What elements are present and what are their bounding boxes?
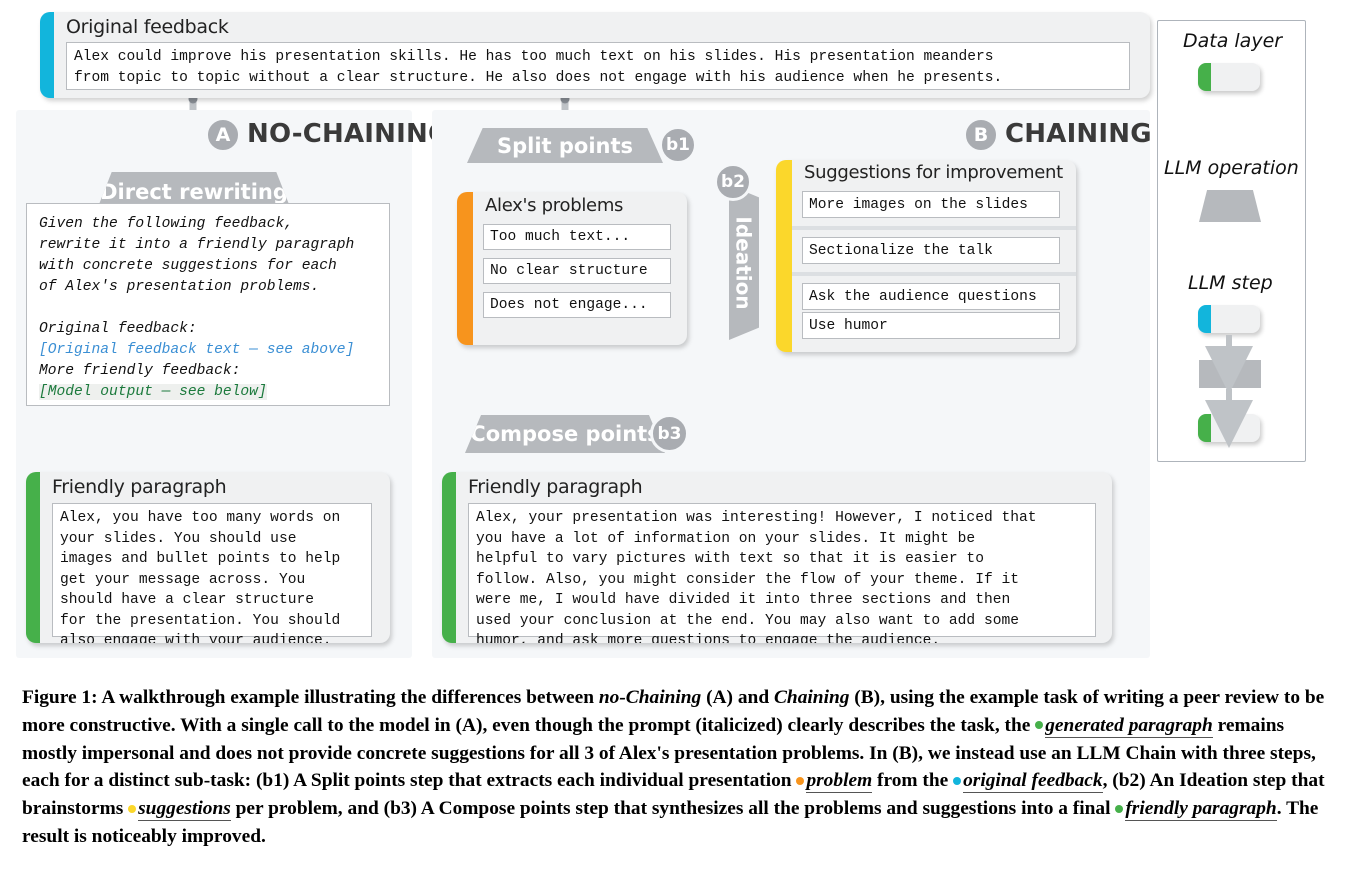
operation-label-ideation: Ideation bbox=[732, 215, 756, 310]
step-badge-b2: b2 bbox=[714, 163, 752, 201]
card-friendly-paragraph-a: Friendly paragraph Alex, you have too ma… bbox=[26, 472, 390, 643]
legend-label-data-layer: Data layer bbox=[1183, 30, 1283, 52]
suggestion-item: Use humor bbox=[802, 312, 1060, 339]
step-badge-b2-label: b2 bbox=[721, 172, 745, 192]
caption-dot-green-2 bbox=[1115, 804, 1124, 813]
caption-text-1: A walkthrough example illustrating the d… bbox=[97, 687, 599, 708]
operation-compose-points: Compose points bbox=[465, 415, 665, 453]
problem-item: No clear structure bbox=[483, 258, 671, 284]
caption-em-friendly-paragraph: friendly paragraph bbox=[1125, 798, 1277, 822]
caption-text-5: from the bbox=[872, 770, 954, 792]
card-alex-problems: Alex's problems Too much text... No clea… bbox=[457, 192, 687, 345]
section-badge-a: A bbox=[205, 117, 241, 153]
step-badge-b1: b1 bbox=[659, 126, 697, 164]
operation-split-points: Split points bbox=[467, 128, 663, 163]
card-title-friendly-paragraph-a: Friendly paragraph bbox=[52, 476, 227, 498]
accent-bar-yellow bbox=[776, 160, 792, 352]
section-label-chaining: CHAINING bbox=[1005, 119, 1152, 149]
caption-em-chaining: Chaining bbox=[773, 687, 850, 708]
caption-dot-cyan bbox=[953, 776, 962, 785]
legend-label-llm-step: LLM step bbox=[1188, 272, 1273, 294]
step-badge-b3: b3 bbox=[650, 414, 689, 453]
legend-swatch-llm-operation bbox=[1199, 190, 1261, 222]
friendly-paragraph-a-text: Alex, you have too many words on your sl… bbox=[52, 503, 372, 643]
card-title-friendly-paragraph-b: Friendly paragraph bbox=[468, 476, 643, 498]
legend-swatch-step-input bbox=[1198, 305, 1260, 333]
legend-accent-cyan bbox=[1198, 305, 1211, 333]
prompt-placeholder-output: [Model output — see below] bbox=[39, 384, 267, 400]
suggestion-item: Sectionalize the talk bbox=[802, 237, 1060, 264]
legend-swatch-step-operation bbox=[1199, 360, 1261, 388]
suggestion-item: More images on the slides bbox=[802, 191, 1060, 218]
prompt-placeholder-input: [Original feedback text — see above] bbox=[39, 342, 355, 358]
operation-label-direct-rewriting: Direct rewriting bbox=[100, 180, 288, 204]
legend-swatch-step-output bbox=[1198, 414, 1260, 442]
operation-ideation: Ideation bbox=[729, 185, 759, 340]
step-badge-b3-label: b3 bbox=[657, 423, 682, 444]
legend-accent-green bbox=[1198, 63, 1211, 91]
card-title-original-feedback: Original feedback bbox=[66, 16, 229, 38]
suggestion-item: Ask the audience questions bbox=[802, 283, 1060, 310]
operation-label-compose-points: Compose points bbox=[470, 422, 660, 446]
caption-em-generated-paragraph: generated paragraph bbox=[1045, 714, 1213, 738]
section-badge-b: B bbox=[963, 117, 999, 153]
caption-text-7: per problem, and (b3) A Compose points s… bbox=[230, 798, 1116, 820]
caption-em-original-feedback: original feedback bbox=[963, 770, 1103, 794]
prompt-box-direct-rewriting: Given the following feedback, rewrite it… bbox=[26, 203, 390, 406]
legend-swatch-data-layer bbox=[1198, 63, 1260, 91]
problem-item: Too much text... bbox=[483, 224, 671, 250]
caption-em-problem: problem bbox=[806, 770, 873, 794]
friendly-paragraph-b-text: Alex, your presentation was interesting!… bbox=[468, 503, 1096, 643]
caption-figure-label: Figure 1: bbox=[22, 687, 98, 708]
original-feedback-text: Alex could improve his presentation skil… bbox=[66, 42, 1130, 90]
card-friendly-paragraph-b: Friendly paragraph Alex, your presentati… bbox=[442, 472, 1112, 643]
accent-bar-green-a bbox=[26, 472, 40, 643]
operation-label-split-points: Split points bbox=[496, 133, 634, 158]
card-title-suggestions: Suggestions for improvement bbox=[804, 162, 1063, 183]
accent-bar-cyan bbox=[40, 12, 54, 98]
card-suggestions: Suggestions for improvement More images … bbox=[776, 160, 1076, 352]
card-title-alex-problems: Alex's problems bbox=[485, 195, 624, 216]
caption-dot-green bbox=[1035, 721, 1044, 730]
suggestion-divider bbox=[792, 226, 1076, 230]
problem-item: Does not engage... bbox=[483, 292, 671, 318]
card-original-feedback: Original feedback Alex could improve his… bbox=[40, 12, 1150, 98]
caption-em-no-chaining: no-Chaining bbox=[598, 687, 702, 708]
figure-caption: Figure 1: A walkthrough example illustra… bbox=[22, 684, 1330, 851]
caption-em-suggestions: suggestions bbox=[138, 798, 231, 822]
accent-bar-green-b bbox=[442, 472, 456, 643]
suggestion-divider bbox=[792, 272, 1076, 276]
legend-accent-green-2 bbox=[1198, 414, 1211, 442]
legend-label-llm-operation: LLM operation bbox=[1164, 157, 1299, 179]
caption-dot-yellow bbox=[128, 804, 137, 813]
caption-dot-orange bbox=[796, 776, 805, 785]
accent-bar-orange bbox=[457, 192, 473, 345]
section-label-no-chaining: NO-CHAINING bbox=[247, 119, 450, 149]
step-badge-b1-label: b1 bbox=[666, 135, 690, 155]
figure-root: Original feedback Alex could improve his… bbox=[0, 0, 1348, 894]
caption-text-2: (A) and bbox=[701, 687, 774, 708]
